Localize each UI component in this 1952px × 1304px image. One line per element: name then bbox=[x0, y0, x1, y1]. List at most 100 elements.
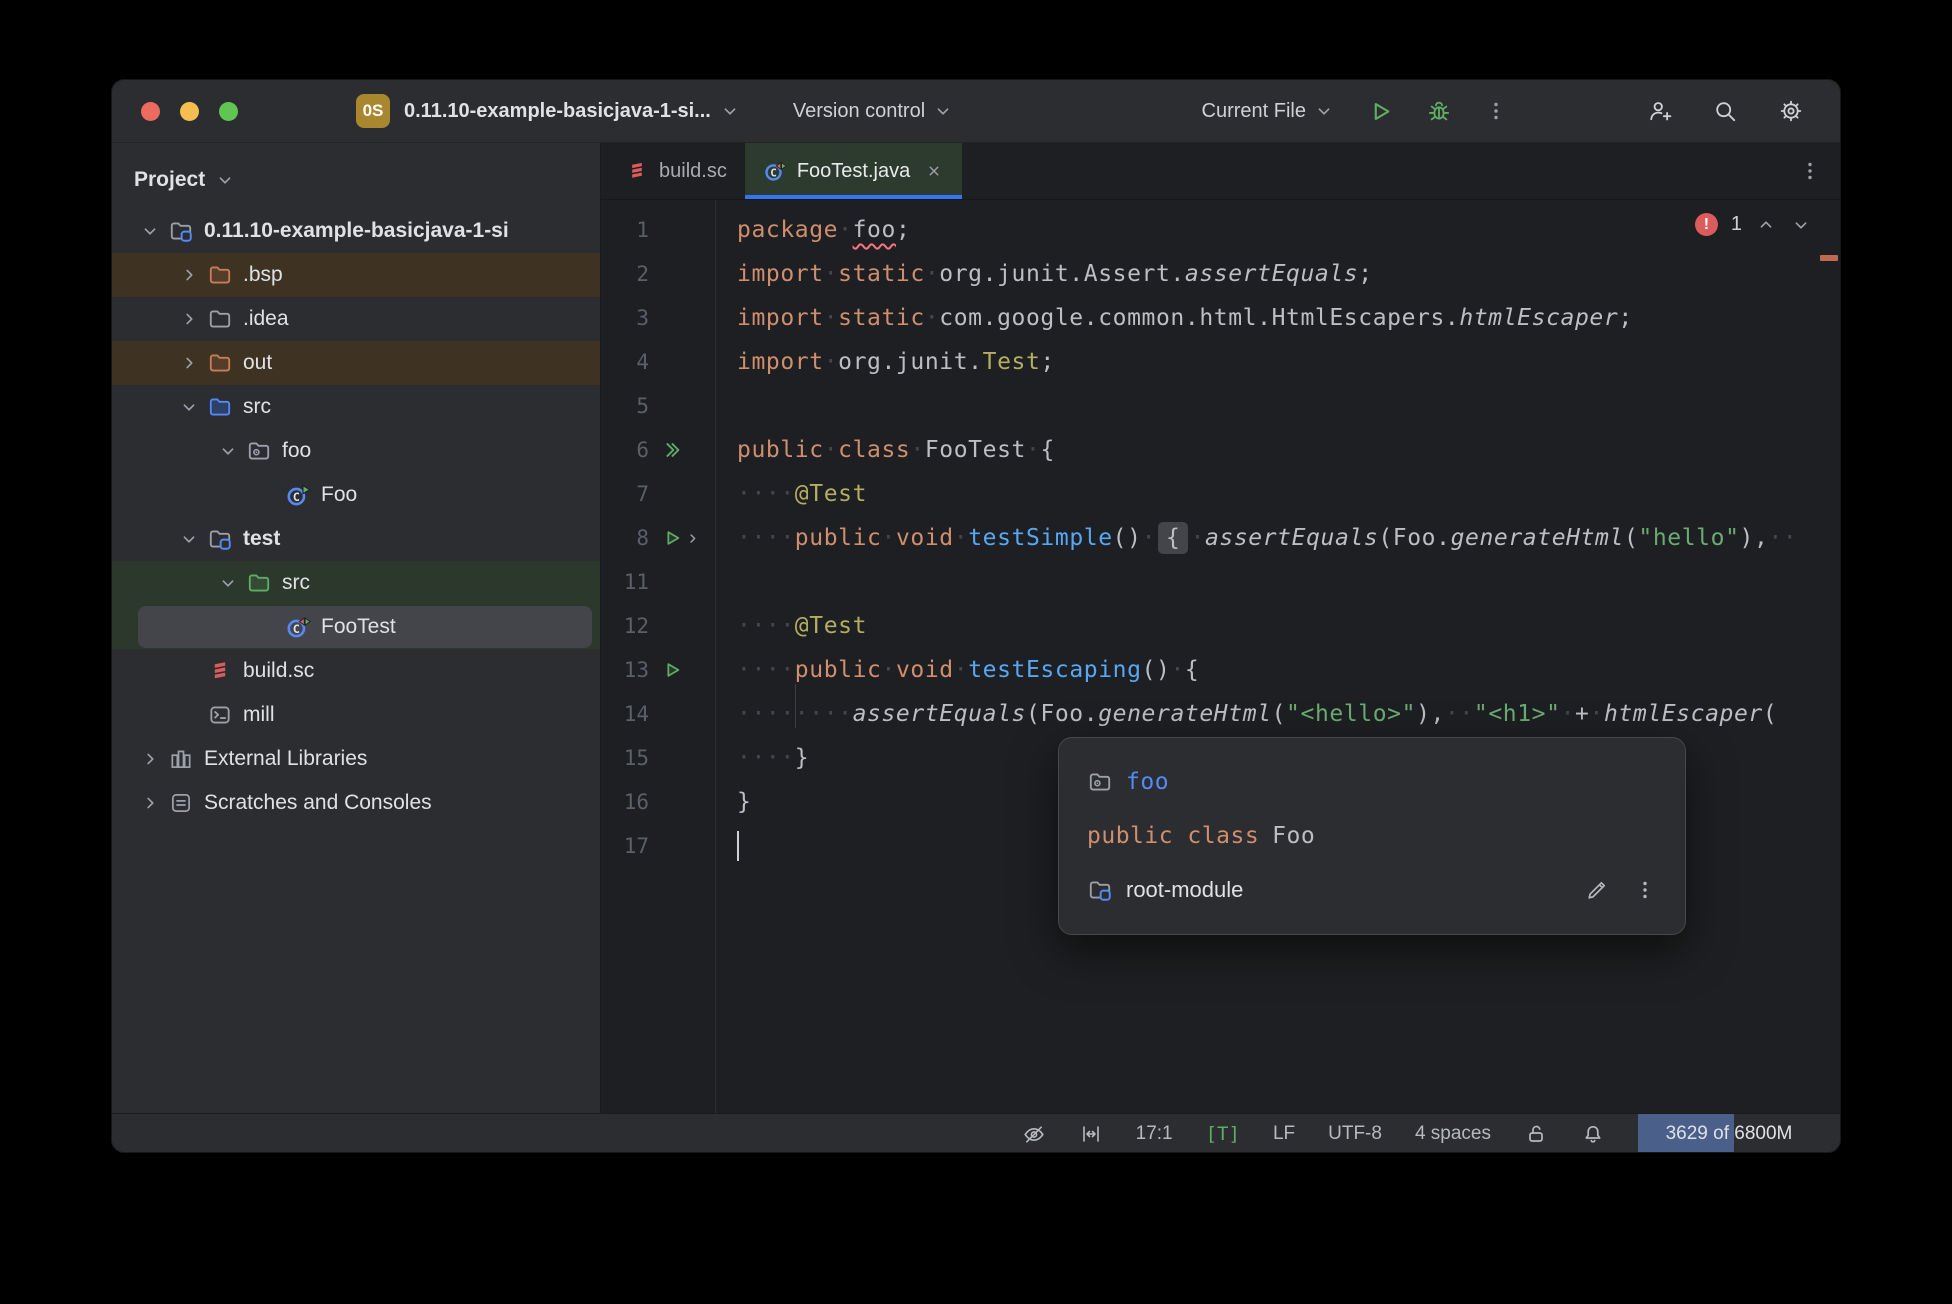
code-text: public · class · FooTest ·{ bbox=[737, 437, 1055, 463]
chevron-down-icon[interactable] bbox=[175, 396, 203, 418]
tree-item-build-sc[interactable]: build.sc bbox=[112, 649, 600, 693]
chevron-down-icon[interactable] bbox=[214, 572, 242, 594]
code-text: package · foo; bbox=[737, 217, 911, 243]
chevron-right-icon[interactable] bbox=[136, 748, 164, 770]
mode-indicator[interactable]: [T] bbox=[1206, 1123, 1240, 1145]
vcs-widget[interactable]: Version control bbox=[793, 100, 954, 123]
project-panel-header[interactable]: Project bbox=[112, 151, 600, 209]
tree-item-mill[interactable]: mill bbox=[112, 693, 600, 737]
tree-item-label: test bbox=[243, 527, 281, 550]
chevron-right-icon[interactable] bbox=[175, 308, 203, 330]
tree-item-0-11-10-example-basicjava-1-si[interactable]: 0.11.10-example-basicjava-1-si bbox=[112, 209, 600, 253]
caret-position-widget[interactable]: 17:1 bbox=[1136, 1123, 1173, 1145]
line-number: 16 bbox=[623, 790, 649, 814]
run-test-icon[interactable] bbox=[661, 659, 683, 681]
tab-build-sc[interactable]: build.sc bbox=[607, 143, 745, 199]
minimize-window-button[interactable] bbox=[180, 101, 199, 121]
line-separator-widget[interactable]: LF bbox=[1273, 1123, 1295, 1145]
run-all-tests-icon[interactable] bbox=[661, 439, 683, 461]
folder-test-icon bbox=[246, 570, 272, 596]
chevron-up-icon[interactable] bbox=[1755, 214, 1777, 236]
code-text: ···· @Test bbox=[737, 613, 868, 639]
tree-item-test[interactable]: test bbox=[112, 517, 600, 561]
tree-item-label: .bsp bbox=[243, 263, 283, 286]
popup-module-name: root-module bbox=[1126, 877, 1244, 902]
popup-package-row[interactable]: foo bbox=[1087, 762, 1657, 802]
tree-item-label: External Libraries bbox=[204, 747, 368, 770]
folder-source-icon bbox=[207, 394, 233, 420]
code-line-14: 14 ···· ···· assertEquals (Foo. generateHtml(… bbox=[601, 684, 1840, 736]
folded-region[interactable]: { bbox=[1158, 522, 1189, 554]
encoding-widget[interactable]: UTF-8 bbox=[1328, 1123, 1382, 1145]
notifications-bell-icon[interactable] bbox=[1581, 1122, 1605, 1146]
signature-keyword: public class bbox=[1087, 823, 1260, 849]
chevron-down-icon[interactable] bbox=[1790, 214, 1812, 236]
svg-text:C: C bbox=[293, 622, 300, 636]
code-line-5: 5 bbox=[601, 384, 1840, 428]
tree-item-src[interactable]: src bbox=[112, 561, 600, 605]
edit-icon[interactable] bbox=[1584, 878, 1609, 903]
chevron-down-icon[interactable] bbox=[175, 528, 203, 550]
title-bar: 0S 0.11.10-example-basicjava-1-si... Ver… bbox=[112, 80, 1840, 143]
code-line-13: 13 ···· public · void · testEscaping() ·{ bbox=[601, 648, 1840, 692]
tree-item-scratches-and-consoles[interactable]: Scratches and Consoles bbox=[112, 781, 600, 825]
code-text: import · static · com.google.common.html.Htm… bbox=[737, 305, 1633, 331]
close-tab-icon[interactable] bbox=[924, 161, 944, 181]
unlock-icon[interactable] bbox=[1524, 1122, 1548, 1146]
kebab-menu-icon[interactable] bbox=[1633, 878, 1657, 902]
project-tool-window: Project 0.11.10-example-basicjava-1-si .b… bbox=[112, 143, 601, 1113]
inspections-widget[interactable]: ! 1 bbox=[1694, 213, 1812, 236]
project-widget[interactable]: 0.11.10-example-basicjava-1-si... bbox=[404, 100, 741, 123]
expand-fold-icon[interactable] bbox=[684, 530, 701, 547]
tree-item-out[interactable]: out bbox=[112, 341, 600, 385]
module-folder-icon bbox=[207, 526, 233, 552]
tree-item-foo[interactable]: C Foo bbox=[112, 473, 600, 517]
project-name: 0.11.10-example-basicjava-1-si... bbox=[404, 99, 711, 122]
tree-item-label: 0.11.10-example-basicjava-1-si bbox=[204, 219, 509, 242]
code-text: ···· public · void · testSimple() ·{· assertEqu… bbox=[727, 522, 1797, 554]
tree-item-footest[interactable]: C FooTest bbox=[112, 605, 600, 649]
project-avatar[interactable]: 0S bbox=[356, 94, 390, 128]
chevron-down-icon bbox=[1313, 100, 1335, 122]
code-line-1: 1 package · foo; bbox=[601, 208, 1840, 252]
titlebar-right-actions bbox=[1646, 98, 1804, 124]
code-line-2: 2 import · static · org.junit.Assert. assertEq… bbox=[601, 252, 1840, 296]
tree-item-bsp[interactable]: .bsp bbox=[112, 253, 600, 297]
add-user-button[interactable] bbox=[1646, 98, 1672, 124]
run-test-icon[interactable] bbox=[661, 527, 683, 549]
debug-button[interactable] bbox=[1426, 98, 1452, 124]
tree-item-foo[interactable]: foo bbox=[112, 429, 600, 473]
line-number: 13 bbox=[623, 658, 649, 682]
scala-file-icon bbox=[625, 159, 649, 183]
maximize-window-button[interactable] bbox=[219, 101, 238, 121]
close-window-button[interactable] bbox=[141, 101, 160, 121]
memory-indicator[interactable]: 3629 of 6800M bbox=[1638, 1114, 1820, 1152]
libraries-icon bbox=[168, 746, 194, 772]
chevron-down-icon[interactable] bbox=[214, 440, 242, 462]
popup-package-name: foo bbox=[1126, 769, 1170, 795]
line-number: 12 bbox=[623, 614, 649, 638]
tree-item-idea[interactable]: .idea bbox=[112, 297, 600, 341]
tree-item-label: src bbox=[243, 395, 271, 418]
chevron-right-icon[interactable] bbox=[175, 264, 203, 286]
tree-item-src[interactable]: src bbox=[112, 385, 600, 429]
error-stripe-mark[interactable] bbox=[1820, 255, 1838, 261]
code-editor[interactable]: 1 package · foo; 2 import · static · org.junit.As… bbox=[601, 200, 1840, 1113]
search-everywhere-button[interactable] bbox=[1712, 98, 1738, 124]
indent-guides-icon[interactable] bbox=[1079, 1122, 1103, 1146]
quick-doc-popup: foo public class Foo root-module bbox=[1058, 737, 1686, 935]
chevron-right-icon[interactable] bbox=[136, 792, 164, 814]
indent-widget[interactable]: 4 spaces bbox=[1415, 1123, 1491, 1145]
chevron-down-icon[interactable] bbox=[136, 220, 164, 242]
code-text: } bbox=[737, 789, 752, 815]
settings-button[interactable] bbox=[1778, 98, 1804, 124]
code-text: import · static · org.junit.Assert. assertEqu… bbox=[737, 261, 1373, 287]
run-configuration-selector[interactable]: Current File bbox=[1202, 100, 1335, 123]
tab-options-button[interactable] bbox=[1798, 143, 1822, 199]
tree-item-external-libraries[interactable]: External Libraries bbox=[112, 737, 600, 781]
highlighting-level-icon[interactable] bbox=[1022, 1122, 1046, 1146]
run-button[interactable] bbox=[1367, 98, 1394, 125]
chevron-right-icon[interactable] bbox=[175, 352, 203, 374]
tab-footest-java[interactable]: C FooTest.java bbox=[744, 143, 963, 199]
more-actions-button[interactable] bbox=[1484, 99, 1508, 123]
